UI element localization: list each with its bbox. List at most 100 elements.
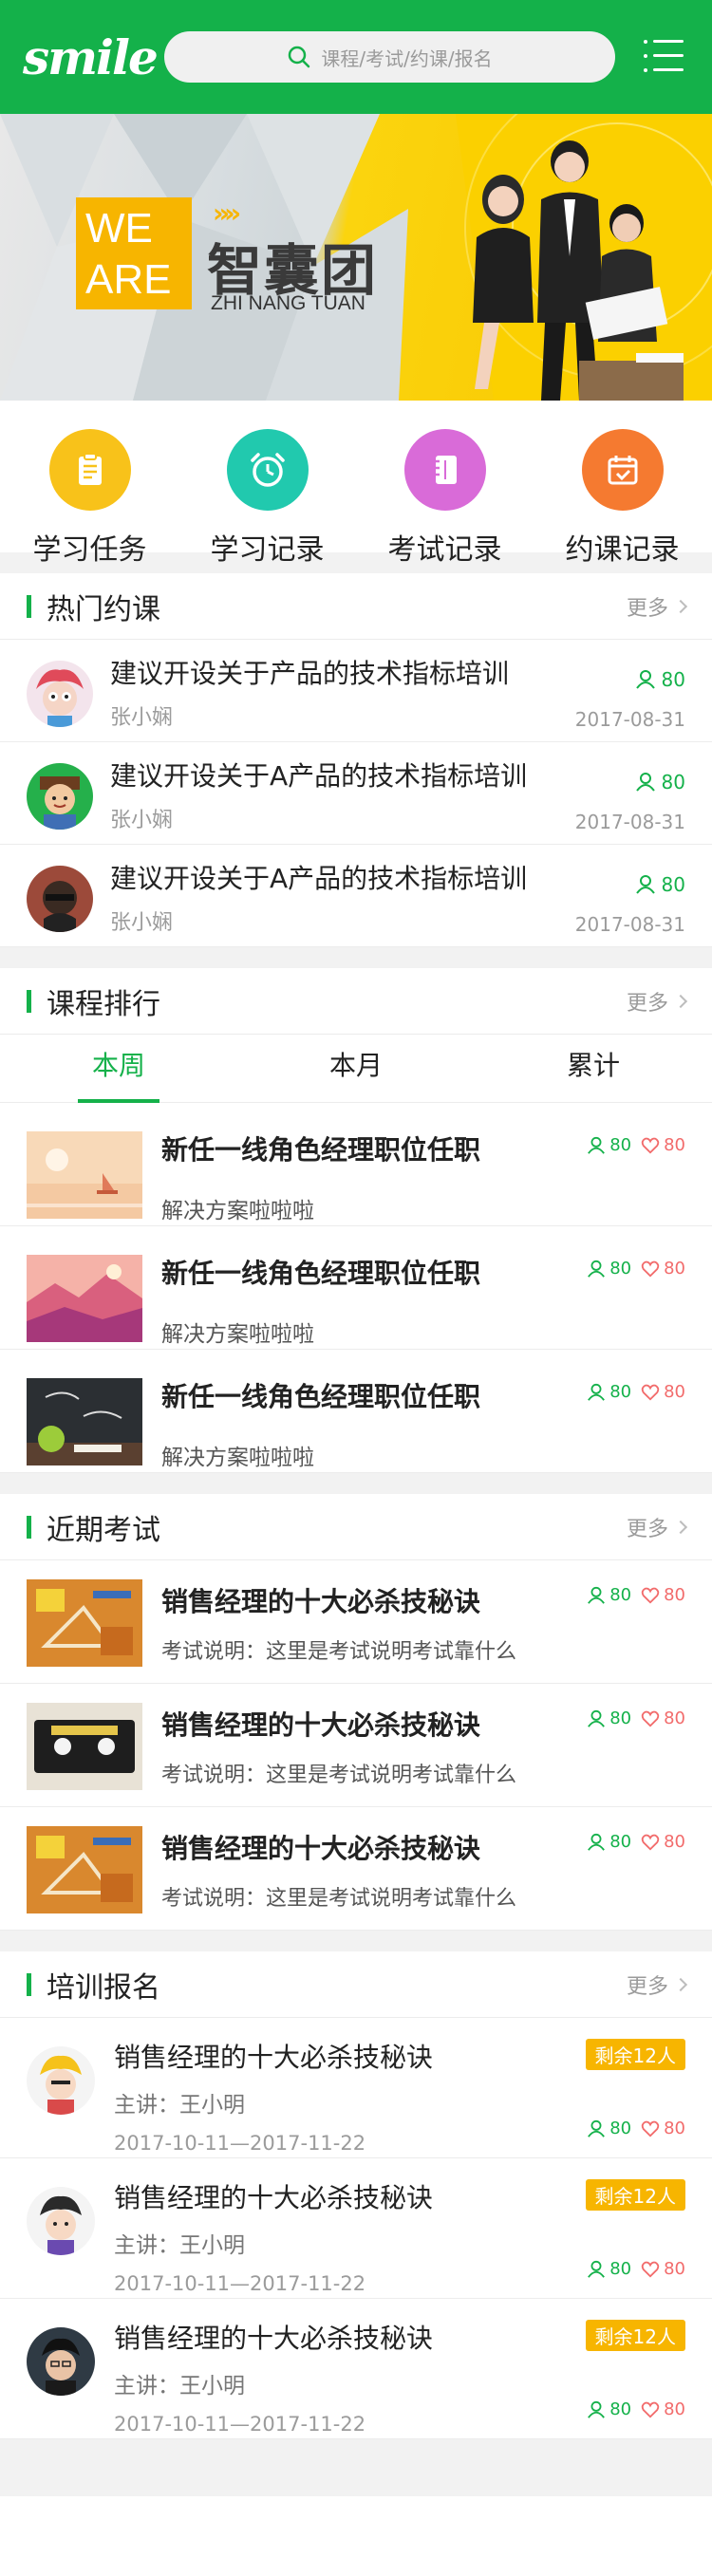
- avatar: [27, 2046, 95, 2115]
- heart-icon[interactable]: [641, 2400, 660, 2419]
- remaining-seats-badge: 剩余12人: [585, 2039, 685, 2070]
- user-icon: [588, 2400, 606, 2418]
- more-label: 更多: [626, 1517, 668, 1541]
- alarm-clock-icon: [226, 429, 309, 511]
- list-item[interactable]: 销售经理的十大必杀技秘诀 考试说明：这里是考试说明考试靠什么 80 80: [0, 1560, 712, 1684]
- quick-item-booking-record[interactable]: 约课记录: [544, 420, 701, 567]
- list-item[interactable]: 销售经理的十大必杀技秘诀 考试说明：这里是考试说明考试靠什么 80 80: [0, 1684, 712, 1807]
- app-logo[interactable]: smile: [23, 29, 159, 85]
- item-stats: 80 80: [587, 2399, 685, 2419]
- more-label: 更多: [626, 596, 668, 621]
- remaining-seats-badge: 剩余12人: [585, 2179, 685, 2211]
- views-count: 80: [609, 1259, 632, 1279]
- section-title: 培训报名: [47, 1970, 160, 2005]
- task-list-icon: [48, 429, 131, 511]
- heart-icon[interactable]: [641, 1136, 660, 1155]
- quick-item-study-task[interactable]: 学习任务: [11, 420, 168, 567]
- likes-count: 80: [664, 1585, 685, 1605]
- promo-banner[interactable]: WE ARE »» 智囊团 ZHI NANG TUAN: [0, 114, 712, 401]
- item-subtitle: 解决方案啦啦啦: [161, 1199, 314, 1223]
- quick-label: 考试记录: [387, 533, 502, 567]
- banner-subtitle: ZHI NANG TUAN: [211, 292, 365, 314]
- likes-count: 80: [664, 1708, 685, 1728]
- list-item[interactable]: 新任一线角色经理职位任职 解决方案啦啦啦 80 80: [0, 1226, 712, 1350]
- chevron-right-icon: [673, 1520, 688, 1534]
- more-link[interactable]: 更多: [626, 591, 688, 622]
- user-icon: [635, 670, 655, 689]
- heart-icon[interactable]: [641, 1833, 660, 1852]
- quick-item-exam-record[interactable]: 考试记录: [366, 420, 523, 567]
- user-icon: [635, 773, 655, 792]
- likes-count: 80: [664, 1832, 685, 1852]
- section-divider: [0, 1473, 712, 1494]
- list-item[interactable]: 销售经理的十大必杀技秘诀 考试说明：这里是考试说明考试靠什么 80 80: [0, 1807, 712, 1931]
- views-count: 80: [609, 1708, 632, 1728]
- user-icon: [588, 2260, 606, 2278]
- list-item[interactable]: 建议开设关于A产品的技术指标培训 张小娴 80 2017-08-31: [0, 742, 712, 845]
- list-item[interactable]: 新任一线角色经理职位任职 解决方案啦啦啦 80 80: [0, 1103, 712, 1226]
- item-subtitle: 考试说明：这里是考试说明考试靠什么: [161, 1887, 517, 1911]
- user-icon: [588, 1383, 606, 1401]
- course-ranking-header: 课程排行 更多: [0, 968, 712, 1035]
- count-value: 80: [661, 873, 685, 896]
- item-title: 建议开设关于产品的技术指标培训: [110, 658, 510, 689]
- participants-count: 80: [635, 668, 685, 691]
- heart-icon[interactable]: [641, 1260, 660, 1279]
- remaining-seats-badge: 剩余12人: [585, 2320, 685, 2351]
- tab-this-month[interactable]: 本月: [237, 1035, 475, 1102]
- heart-icon[interactable]: [641, 1709, 660, 1728]
- section-divider: [0, 1931, 712, 1951]
- user-icon: [588, 2119, 606, 2137]
- list-item[interactable]: 新任一线角色经理职位任职 解决方案啦啦啦 80 80: [0, 1350, 712, 1473]
- count-value: 80: [661, 771, 685, 793]
- notebook-icon: [403, 429, 486, 511]
- search-placeholder: 课程/考试/约课/报名: [321, 47, 493, 70]
- menu-icon[interactable]: [644, 40, 684, 72]
- list-item[interactable]: 建议开设关于产品的技术指标培训 张小娴 80 2017-08-31: [0, 640, 712, 742]
- heart-icon[interactable]: [641, 1586, 660, 1605]
- section-accent-bar: [27, 594, 31, 618]
- item-stats: 80 80: [587, 1708, 685, 1728]
- avatar: [27, 2327, 95, 2396]
- search-icon: [289, 46, 310, 68]
- item-subtitle: 考试说明：这里是考试说明考试靠什么: [161, 1640, 517, 1664]
- quick-actions: 学习任务 学习记录 考试记录 约课记录: [0, 420, 712, 567]
- views-count: 80: [609, 1135, 632, 1155]
- heart-icon[interactable]: [641, 2260, 660, 2279]
- more-link[interactable]: 更多: [626, 1512, 688, 1542]
- chevron-right-icon: [673, 1977, 688, 1991]
- avatar: [27, 661, 93, 727]
- list-item[interactable]: 销售经理的十大必杀技秘诀 主讲：王小明 2017-10-11—2017-11-2…: [0, 2018, 712, 2158]
- quick-item-study-record[interactable]: 学习记录: [189, 420, 346, 567]
- more-link[interactable]: 更多: [627, 1969, 688, 2000]
- user-icon: [588, 1136, 606, 1154]
- tab-this-week[interactable]: 本周: [0, 1035, 237, 1103]
- chevron-right-icon: [673, 994, 688, 1008]
- chevron-right-icon: [673, 599, 688, 613]
- item-stats: 80 80: [587, 2259, 685, 2279]
- quick-label: 学习任务: [32, 533, 147, 567]
- more-link[interactable]: 更多: [627, 986, 688, 1017]
- user-icon: [588, 1709, 606, 1727]
- item-stats: 80 80: [587, 1135, 685, 1155]
- avatar: [27, 866, 93, 932]
- section-accent-bar: [27, 1515, 31, 1539]
- list-item[interactable]: 销售经理的十大必杀技秘诀 主讲：王小明 2017-10-11—2017-11-2…: [0, 2158, 712, 2299]
- list-item[interactable]: 建议开设关于A产品的技术指标培训 张小娴 80 2017-08-31: [0, 845, 712, 947]
- app-header: smile 课程/考试/约课/报名: [0, 0, 712, 114]
- avatar: [27, 763, 93, 830]
- course-thumbnail: [27, 1255, 142, 1342]
- count-value: 80: [661, 668, 685, 691]
- item-lecturer: 主讲：王小明: [114, 2374, 245, 2399]
- hot-bookings-header: 热门约课 更多: [0, 573, 712, 640]
- tab-cumulative[interactable]: 累计: [475, 1035, 712, 1102]
- list-item[interactable]: 销售经理的十大必杀技秘诀 主讲：王小明 2017-10-11—2017-11-2…: [0, 2299, 712, 2439]
- heart-icon[interactable]: [641, 1383, 660, 1402]
- user-icon: [588, 1586, 606, 1604]
- quick-label: 学习记录: [210, 533, 325, 567]
- item-stats: 80 80: [587, 1585, 685, 1605]
- heart-icon[interactable]: [641, 2119, 660, 2138]
- search-input[interactable]: 课程/考试/约课/报名: [164, 31, 615, 83]
- section-accent-bar: [27, 1972, 31, 1996]
- item-title: 建议开设关于A产品的技术指标培训: [110, 863, 528, 894]
